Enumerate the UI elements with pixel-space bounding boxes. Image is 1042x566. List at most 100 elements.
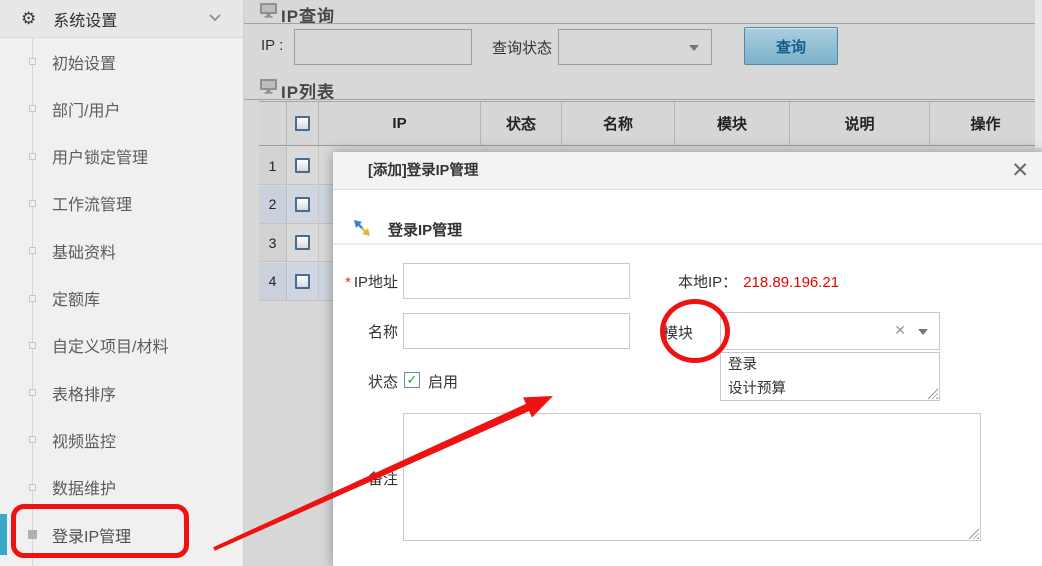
divider — [244, 99, 1042, 100]
row-checkbox[interactable] — [295, 274, 310, 289]
divider — [333, 243, 1042, 245]
ip-query-input[interactable] — [294, 29, 472, 65]
row-checkbox-cell — [287, 263, 319, 300]
scrollbar-track[interactable] — [1035, 0, 1042, 148]
chevron-down-icon — [209, 14, 221, 22]
status-label: 状态 — [333, 371, 398, 392]
column-header: 状态 — [481, 102, 562, 145]
ip-query-label: IP : — [261, 37, 283, 54]
sidebar-item[interactable]: 初始设置 — [0, 38, 244, 85]
dialog-section-title: 登录IP管理 — [388, 219, 462, 240]
sidebar-header-label: 系统设置 — [53, 7, 117, 31]
column-header: 模块 — [675, 102, 790, 145]
ip-address-input[interactable] — [403, 263, 630, 299]
sidebar-item-label: 表格排序 — [52, 381, 116, 405]
sidebar-item[interactable]: 表格排序 — [0, 369, 244, 416]
table-header-row: IP状态名称模块说明操作 — [259, 101, 1042, 146]
selected-item-indicator — [0, 514, 7, 555]
tree-node-icon — [29, 389, 36, 396]
resize-grip-icon[interactable] — [968, 528, 979, 539]
row-number: 1 — [259, 147, 287, 184]
column-header: IP — [319, 102, 481, 145]
sidebar-item[interactable]: 登录IP管理 — [0, 511, 244, 558]
sidebar-item-label: 登录IP管理 — [52, 523, 131, 547]
remark-label: 备注 — [333, 468, 398, 489]
dropdown-caret-icon — [918, 329, 928, 335]
query-status-label: 查询状态 — [492, 37, 552, 58]
sidebar-item-label: 视频监控 — [52, 428, 116, 452]
ip-address-label: *IP地址 — [333, 271, 398, 292]
status-checkbox[interactable]: ✓ — [404, 372, 420, 388]
row-checkbox-cell — [287, 224, 319, 261]
local-ip-label: 本地IP： — [678, 274, 737, 291]
tree-node-icon — [29, 153, 36, 160]
sidebar: ⚙ 系统设置 初始设置部门/用户用户锁定管理工作流管理基础资料定额库自定义项目/… — [0, 0, 244, 566]
sidebar-item[interactable]: 工作流管理 — [0, 180, 244, 227]
module-option[interactable]: 设计预算 — [721, 377, 939, 401]
tree-node-icon — [29, 58, 36, 65]
local-ip-value: 218.89.196.21 — [743, 274, 839, 291]
search-button[interactable]: 查询 — [744, 27, 838, 65]
app-window: ⚙ 系统设置 初始设置部门/用户用户锁定管理工作流管理基础资料定额库自定义项目/… — [0, 0, 1042, 566]
local-ip: 本地IP： 218.89.196.21 — [678, 271, 839, 292]
add-login-ip-dialog: [添加]登录IP管理 ✕ 登录IP管理 *IP地址 本地IP： 218.89.19… — [333, 152, 1042, 566]
close-icon[interactable]: ✕ — [1011, 157, 1029, 184]
section-arrows-icon — [352, 218, 372, 238]
select-all-checkbox[interactable] — [295, 116, 310, 131]
gear-icon: ⚙ — [21, 10, 36, 27]
module-option[interactable]: 登录 — [721, 353, 939, 377]
query-status-select[interactable] — [558, 29, 712, 65]
sidebar-item-label: 自定义项目/材料 — [52, 333, 168, 357]
sidebar-item[interactable]: 自定义项目/材料 — [0, 322, 244, 369]
sidebar-item-label: 基础资料 — [52, 239, 116, 263]
module-label: 模块 — [663, 322, 703, 343]
row-number: 3 — [259, 224, 287, 261]
row-number: 4 — [259, 263, 287, 300]
row-checkbox[interactable] — [295, 235, 310, 250]
enabled-label: 启用 — [428, 371, 458, 392]
tree-node-icon — [29, 436, 36, 443]
column-header: 说明 — [790, 102, 930, 145]
sidebar-item-label: 用户锁定管理 — [52, 144, 148, 168]
check-icon: ✓ — [407, 372, 418, 388]
name-label: 名称 — [333, 321, 398, 342]
dialog-header: [添加]登录IP管理 ✕ — [333, 152, 1042, 190]
dropdown-caret-icon — [689, 45, 699, 51]
clear-icon[interactable]: ✕ — [894, 322, 906, 339]
column-header: 名称 — [562, 102, 675, 145]
monitor-icon — [260, 79, 277, 94]
row-checkbox-cell — [287, 186, 319, 223]
tree-node-icon — [29, 105, 36, 112]
row-checkbox[interactable] — [295, 158, 310, 173]
tree-node-icon — [29, 247, 36, 254]
module-select[interactable]: ✕ — [720, 312, 940, 350]
sidebar-item-label: 定额库 — [52, 286, 100, 310]
tree-node-icon — [29, 295, 36, 302]
tree-node-icon — [29, 342, 36, 349]
remark-textarea[interactable] — [403, 413, 981, 541]
sidebar-item-label: 工作流管理 — [52, 191, 132, 215]
sidebar-item-label: 数据维护 — [52, 475, 116, 499]
name-input[interactable] — [403, 313, 630, 349]
row-checkbox-cell — [287, 147, 319, 184]
sidebar-item[interactable]: 数据维护 — [0, 464, 244, 511]
row-number-header — [259, 102, 287, 145]
tree-node-icon — [28, 530, 37, 539]
column-header: 操作 — [930, 102, 1042, 145]
tree-node-icon — [29, 484, 36, 491]
row-number: 2 — [259, 186, 287, 223]
sidebar-item-label: 部门/用户 — [52, 97, 120, 121]
sidebar-item[interactable]: 用户锁定管理 — [0, 133, 244, 180]
module-options-listbox: 登录设计预算 — [720, 352, 940, 401]
divider — [244, 23, 1042, 24]
sidebar-item[interactable]: 基础资料 — [0, 227, 244, 274]
sidebar-item[interactable]: 定额库 — [0, 275, 244, 322]
dialog-title: [添加]登录IP管理 — [368, 152, 478, 190]
sidebar-header[interactable]: ⚙ 系统设置 — [0, 0, 243, 38]
select-all-header — [287, 102, 319, 145]
row-checkbox[interactable] — [295, 197, 310, 212]
required-asterisk: * — [345, 274, 351, 291]
sidebar-item[interactable]: 部门/用户 — [0, 85, 244, 132]
sidebar-item-label: 初始设置 — [52, 50, 116, 74]
sidebar-item[interactable]: 视频监控 — [0, 416, 244, 463]
